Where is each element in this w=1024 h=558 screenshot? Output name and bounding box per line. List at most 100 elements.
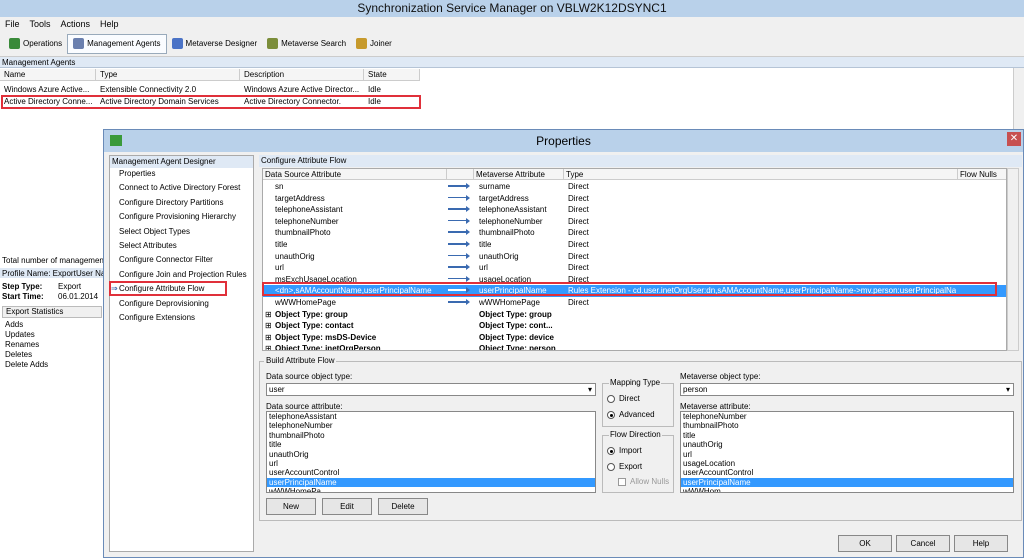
menu-help[interactable]: Help — [100, 17, 119, 31]
menu-actions[interactable]: Actions — [61, 17, 91, 31]
source-attribute: sn — [275, 182, 284, 191]
flow-row[interactable]: targetAddress targetAddress Direct — [263, 193, 1006, 205]
help-button[interactable]: Help — [954, 535, 1008, 552]
stat-delete-adds[interactable]: Delete Adds — [5, 360, 48, 370]
mv-type-select[interactable]: person — [680, 383, 1014, 396]
delete-button[interactable]: Delete — [378, 498, 428, 515]
flow-row[interactable]: telephoneAssistant telephoneAssistant Dire… — [263, 204, 1006, 216]
nav-item[interactable]: Configure Connector Filter — [119, 255, 213, 264]
allow-nulls-checkbox[interactable]: Allow Nulls — [618, 477, 669, 486]
nav-item[interactable]: Configure Provisioning Hierarchy — [119, 212, 236, 221]
flow-row[interactable]: thumbnailPhoto thumbnailPhoto Direct — [263, 227, 1006, 239]
object-type-group[interactable]: ⊞ Object Type: contact Object Type: cont..… — [263, 320, 1006, 332]
flow-row[interactable]: telephoneNumber telephoneNumber Direct — [263, 216, 1006, 228]
nav-item[interactable]: Select Attributes — [119, 241, 177, 250]
expand-icon[interactable]: ⊞ — [265, 320, 272, 332]
flow-row[interactable]: unauthOrig unauthOrig Direct — [263, 251, 1006, 263]
ds-type-select[interactable]: user — [266, 383, 596, 396]
nav-item[interactable]: Configure Deprovisioning — [119, 299, 209, 308]
object-type-group[interactable]: ⊞ Object Type: group Object Type: group — [263, 309, 1006, 321]
flow-row[interactable]: title title Direct — [263, 239, 1006, 251]
flow-arrow-icon — [448, 299, 470, 304]
import-radio[interactable]: Import — [607, 446, 642, 455]
stat-updates[interactable]: Updates — [5, 330, 48, 340]
attribute-list-item[interactable]: userAccountControl — [681, 468, 1013, 477]
ds-attr-list[interactable]: telephoneAssistant telephoneNumber thumbna… — [266, 411, 596, 493]
col-state[interactable]: State — [364, 69, 420, 81]
group-source-type: Object Type: group — [275, 309, 348, 319]
ok-button[interactable]: OK — [838, 535, 892, 552]
col-description[interactable]: Description — [240, 69, 364, 81]
attribute-list-item[interactable]: unauthOrig — [267, 450, 595, 459]
joiner-icon — [356, 38, 368, 49]
export-radio[interactable]: Export — [607, 462, 642, 471]
nav-item[interactable]: Configure Join and Projection Rules — [119, 270, 247, 279]
col-data-source[interactable]: Data Source Attribute — [263, 169, 447, 180]
metaverse-search-button[interactable]: Metaverse Search — [262, 34, 351, 54]
object-type-group[interactable]: ⊞ Object Type: msDS-Device Object Type: de… — [263, 332, 1006, 344]
export-stats-header: Export Statistics — [2, 306, 102, 318]
attribute-list-item[interactable]: title — [681, 431, 1013, 440]
advanced-radio[interactable]: Advanced — [607, 410, 655, 419]
direct-radio[interactable]: Direct — [607, 394, 640, 403]
expand-icon[interactable]: ⊞ — [265, 309, 272, 321]
menu-file[interactable]: File — [5, 17, 20, 31]
nav-item[interactable]: Configure Directory Partitions — [119, 198, 223, 207]
nav-item[interactable]: Configure Extensions — [119, 313, 195, 322]
flow-row[interactable]: url url Direct — [263, 262, 1006, 274]
cancel-button[interactable]: Cancel — [896, 535, 950, 552]
col-name[interactable]: Name — [0, 69, 96, 81]
metaverse-attribute: telephoneNumber — [479, 216, 543, 226]
export-radio-dot — [607, 462, 615, 471]
stat-adds[interactable]: Adds — [5, 320, 48, 330]
toolbar: Operations Management Agents Metaverse D… — [0, 31, 1024, 57]
stat-deletes[interactable]: Deletes — [5, 350, 48, 360]
attribute-list-item[interactable]: wWWHom — [681, 487, 1013, 492]
nav-item[interactable]: Connect to Active Directory Forest — [119, 183, 240, 192]
metaverse-attribute: unauthOrig — [479, 251, 519, 261]
edit-button[interactable]: Edit — [322, 498, 372, 515]
nav-item[interactable]: Properties — [119, 169, 155, 178]
group-metaverse-type: Object Type: group — [479, 309, 552, 319]
attribute-list-item[interactable]: title — [267, 440, 595, 449]
stat-renames[interactable]: Renames — [5, 340, 48, 350]
col-type[interactable]: Type — [564, 169, 958, 180]
grid-scrollbar[interactable] — [1007, 168, 1019, 351]
attribute-list-item[interactable]: unauthOrig — [681, 440, 1013, 449]
new-button[interactable]: New — [266, 498, 316, 515]
flow-arrow-icon — [448, 183, 470, 188]
attribute-list-item[interactable]: telephoneAssistant — [267, 412, 595, 421]
flow-arrow-icon — [448, 276, 470, 281]
group-metaverse-type: Object Type: device — [479, 332, 554, 342]
attribute-list-item[interactable]: telephoneNumber — [267, 421, 595, 430]
mv-attr-label: Metaverse attribute: — [680, 402, 751, 411]
attribute-list-item[interactable]: wWWHomePa — [267, 487, 595, 492]
attribute-list-item[interactable]: thumbnailPhoto — [267, 431, 595, 440]
mv-attr-list[interactable]: telephoneNumber thumbnailPhoto title unauth… — [680, 411, 1014, 493]
attribute-list-item[interactable]: userAccountControl — [267, 468, 595, 477]
close-button[interactable]: ✕ — [1007, 132, 1021, 146]
attribute-list-item[interactable]: userPrincipalName — [681, 477, 1013, 488]
attribute-list-item[interactable]: telephoneNumber — [681, 412, 1013, 421]
metaverse-designer-button[interactable]: Metaverse Designer — [167, 34, 263, 54]
expand-icon[interactable]: ⊞ — [265, 343, 272, 350]
col-flow-nulls[interactable]: Flow Nulls — [958, 169, 1006, 180]
operations-icon — [9, 38, 20, 49]
menu-tools[interactable]: Tools — [30, 17, 51, 31]
attribute-list-item[interactable]: userPrincipalName — [267, 477, 595, 488]
col-metaverse[interactable]: Metaverse Attribute — [474, 169, 564, 180]
object-type-group[interactable]: ⊞ Object Type: inetOrgPerson Object Type: … — [263, 343, 1006, 350]
attribute-list-item[interactable]: url — [681, 450, 1013, 459]
col-type[interactable]: Type — [96, 69, 240, 81]
attribute-list-item[interactable]: thumbnailPhoto — [681, 421, 1013, 430]
flow-row[interactable]: wWWHomePage wWWHomePage Direct — [263, 297, 1006, 309]
operations-button[interactable]: Operations — [4, 34, 67, 54]
expand-icon[interactable]: ⊞ — [265, 332, 272, 344]
joiner-button[interactable]: Joiner — [351, 34, 397, 54]
step-type-value: Export — [58, 282, 82, 291]
attribute-list-item[interactable]: url — [267, 459, 595, 468]
flow-row[interactable]: sn surname Direct — [263, 181, 1006, 193]
nav-item[interactable]: Select Object Types — [119, 227, 190, 236]
attribute-list-item[interactable]: usageLocation — [681, 459, 1013, 468]
management-agents-button[interactable]: Management Agents — [67, 33, 167, 54]
